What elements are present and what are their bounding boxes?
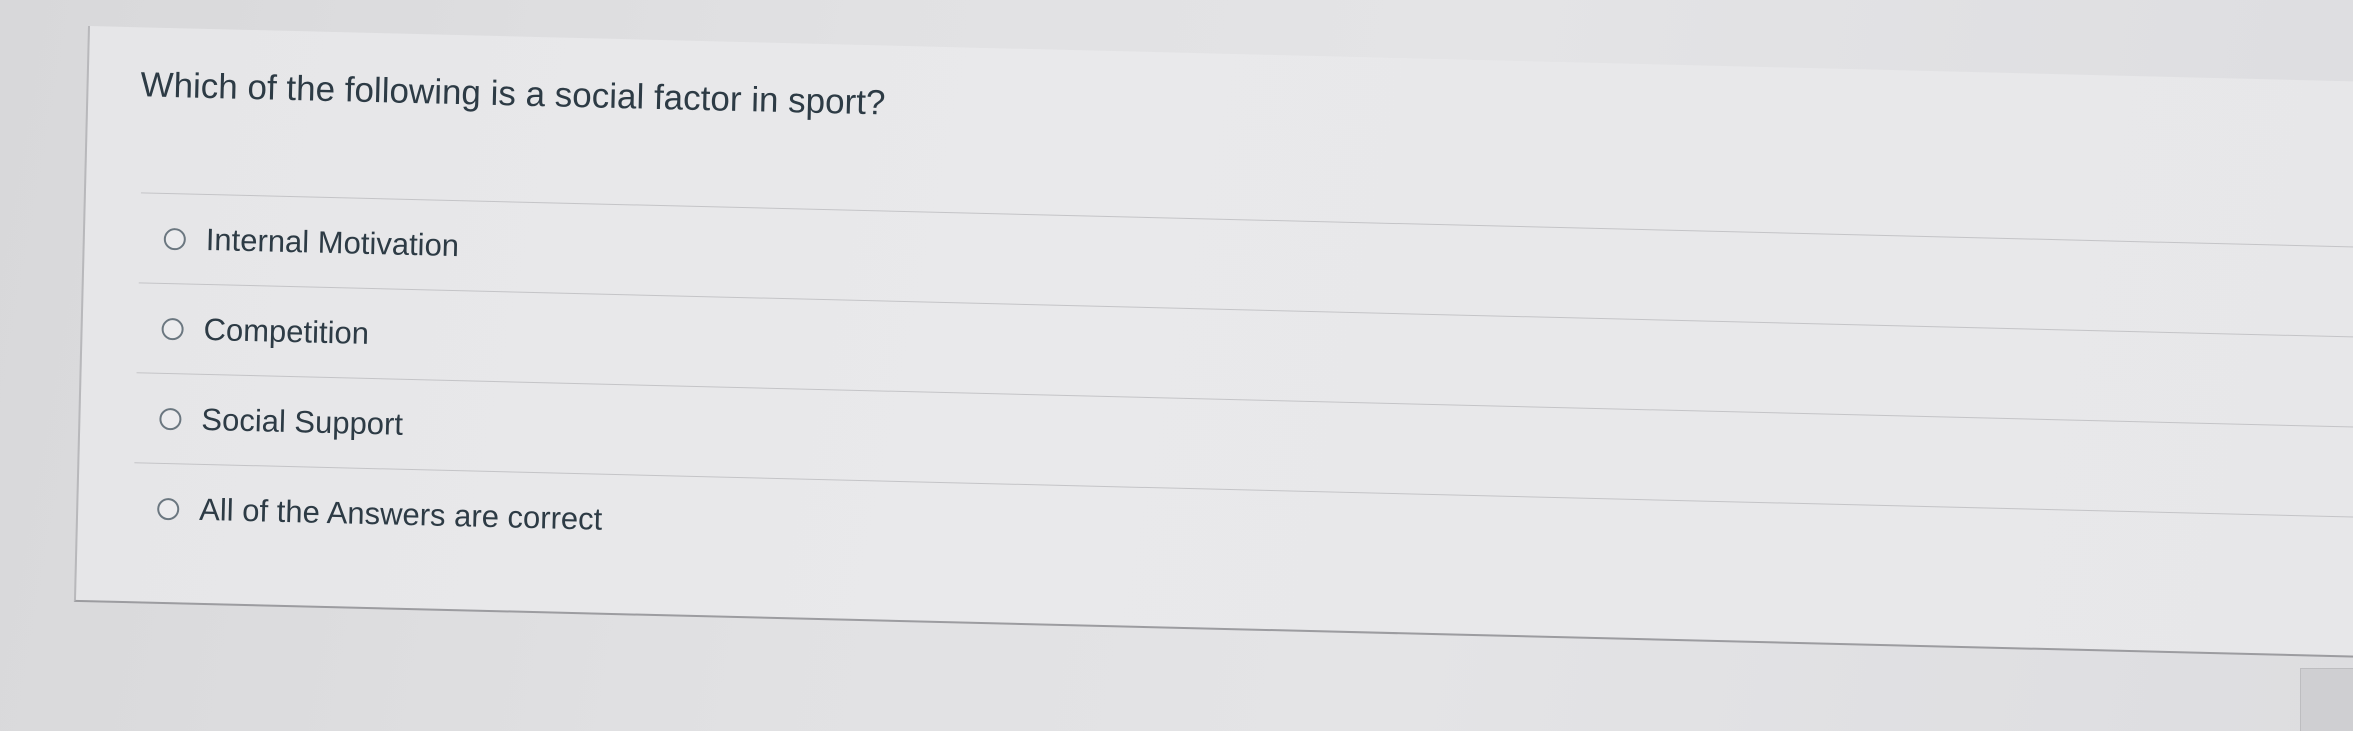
question-card: Which of the following is a social facto… (73, 26, 2353, 659)
radio-button[interactable] (161, 317, 184, 340)
question-text: Which of the following is a social facto… (140, 65, 886, 123)
radio-button[interactable] (159, 407, 182, 430)
corner-tab (2300, 668, 2353, 731)
answer-list: Internal Motivation Competition Social S… (132, 192, 2353, 607)
answer-label: All of the Answers are correct (198, 491, 603, 537)
answer-label: Social Support (201, 401, 404, 442)
radio-button[interactable] (156, 497, 180, 520)
radio-button[interactable] (163, 227, 187, 250)
answer-label: Competition (203, 311, 370, 351)
answer-label: Internal Motivation (205, 221, 460, 263)
